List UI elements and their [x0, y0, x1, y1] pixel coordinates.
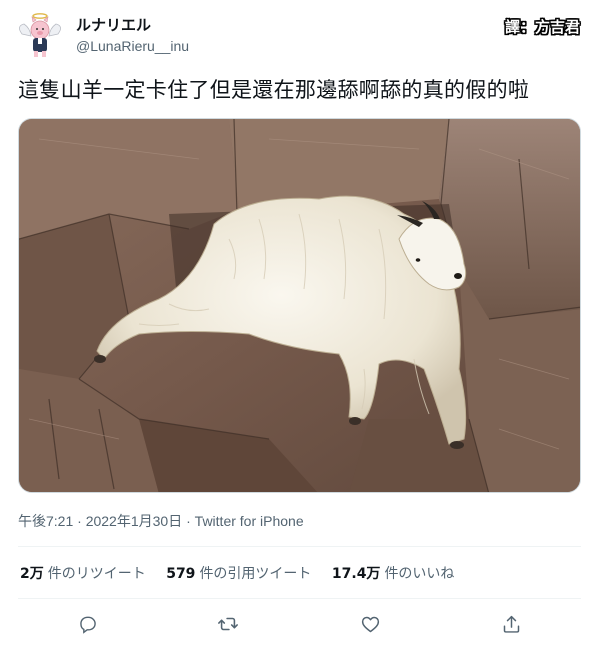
angel-pig-avatar-icon[interactable] — [18, 12, 62, 60]
translator-credit: 譯：方吉君 — [504, 18, 580, 36]
engagement-stats: 2万 件のリツイート 579 件の引用ツイート 17.4万 件のいいね — [20, 563, 470, 583]
likes-count: 17.4万 — [331, 566, 381, 582]
quote-tweets-stat[interactable]: 579 件の引用ツイート — [166, 563, 311, 583]
retweets-stat[interactable]: 2万 件のリツイート — [20, 563, 146, 583]
divider — [18, 546, 581, 547]
likes-label: 件のいいね — [384, 566, 455, 582]
retweets-label: 件のリツイート — [47, 566, 146, 582]
tweet-time[interactable]: 午後7:21 — [18, 513, 73, 529]
display-name[interactable]: ルナリエル — [76, 16, 189, 35]
retweet-icon[interactable] — [214, 610, 242, 638]
action-bar — [18, 608, 581, 640]
user-names: ルナリエル @LunaRieru__inu — [76, 16, 189, 56]
quote-tweets-label: 件の引用ツイート — [199, 566, 312, 582]
tweet-text: 這隻山羊一定卡住了但是還在那邊舔啊舔的真的假的啦 — [18, 78, 530, 102]
divider — [18, 598, 581, 599]
likes-stat[interactable]: 17.4万 件のいいね — [332, 563, 455, 583]
tweet-meta: 午後7:21 · 2022年1月30日 · Twitter for iPhone — [18, 511, 304, 531]
tweet-source[interactable]: Twitter for iPhone — [195, 513, 304, 529]
meta-separator: · — [182, 513, 195, 529]
reply-icon[interactable] — [74, 610, 102, 638]
share-icon[interactable] — [497, 610, 525, 638]
tweet-date[interactable]: 2022年1月30日 — [86, 513, 183, 529]
user-handle[interactable]: @LunaRieru__inu — [76, 36, 189, 56]
mountain-goat-on-cliff-photo[interactable] — [18, 118, 581, 493]
meta-separator: · — [73, 513, 86, 529]
quote-tweets-count: 579 — [166, 566, 196, 582]
retweets-count: 2万 — [20, 566, 44, 582]
like-heart-icon[interactable] — [356, 610, 384, 638]
tweet-header: ルナリエル @LunaRieru__inu 譯：方吉君 — [18, 10, 580, 62]
